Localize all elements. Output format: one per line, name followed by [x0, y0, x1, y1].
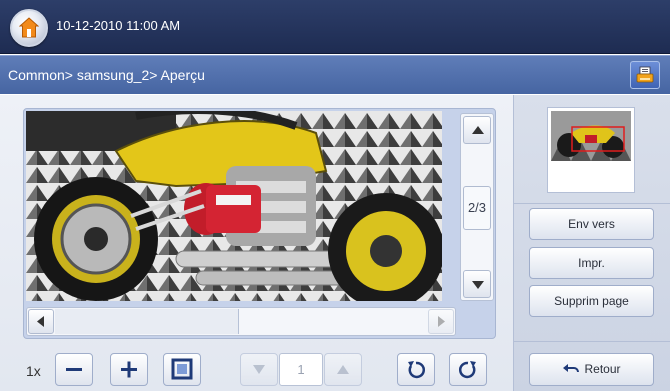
page-thumbnail[interactable]	[547, 107, 635, 193]
side-panel: Env vers Impr. Supprim page Retour	[513, 95, 670, 391]
back-button[interactable]: Retour	[529, 353, 654, 386]
divider	[514, 203, 670, 204]
status-bar: 10-12-2010 11:00 AM	[0, 0, 670, 54]
job-status-icon	[636, 66, 654, 83]
fit-screen-icon	[171, 358, 193, 380]
horizontal-scrollbar[interactable]	[26, 307, 456, 336]
rotate-right-button[interactable]	[449, 353, 487, 386]
plus-icon	[121, 361, 137, 378]
rotate-left-icon	[408, 361, 425, 379]
zoom-in-button[interactable]	[110, 353, 148, 386]
scroll-left-button[interactable]	[28, 309, 54, 334]
document-preview[interactable]	[26, 111, 442, 301]
divider	[514, 341, 670, 342]
breadcrumb: Common> samsung_2> Aperçu	[8, 67, 205, 83]
page-number-field[interactable]: 1	[279, 353, 323, 386]
vertical-scrollbar[interactable]: 2/3	[460, 113, 494, 301]
scroll-up-button[interactable]	[463, 116, 491, 144]
horizontal-scroll-position[interactable]	[55, 309, 239, 334]
job-status-button[interactable]	[630, 61, 660, 89]
triangle-right-icon	[438, 316, 445, 327]
rotate-left-button[interactable]	[397, 353, 435, 386]
fit-screen-button[interactable]	[163, 353, 201, 386]
back-arrow-icon	[563, 364, 580, 373]
triangle-down-icon	[253, 365, 265, 374]
thumbnail-image	[551, 111, 631, 161]
next-page-button[interactable]	[324, 353, 362, 386]
zoom-level: 1x	[26, 363, 41, 379]
triangle-down-icon	[472, 281, 484, 289]
previous-page-button[interactable]	[240, 353, 278, 386]
delete-page-button[interactable]: Supprim page	[529, 285, 654, 317]
triangle-left-icon	[37, 316, 44, 327]
triangle-up-icon	[337, 365, 349, 374]
scroll-down-button[interactable]	[463, 270, 491, 298]
home-button[interactable]	[10, 9, 48, 47]
home-icon	[19, 17, 39, 38]
preview-viewer: 2/3	[23, 108, 496, 339]
rotate-right-icon	[459, 361, 476, 379]
back-label: Retour	[584, 362, 621, 376]
print-button[interactable]: Impr.	[529, 247, 654, 279]
send-button[interactable]: Env vers	[529, 208, 654, 240]
breadcrumb-bar: Common> samsung_2> Aperçu	[0, 55, 670, 94]
datetime: 10-12-2010 11:00 AM	[56, 18, 181, 33]
page-indicator: 2/3	[463, 186, 491, 230]
triangle-up-icon	[472, 126, 484, 134]
zoom-out-button[interactable]	[55, 353, 93, 386]
minus-icon	[66, 368, 82, 371]
motorcycle-image	[26, 111, 442, 301]
scroll-right-button[interactable]	[428, 309, 454, 334]
